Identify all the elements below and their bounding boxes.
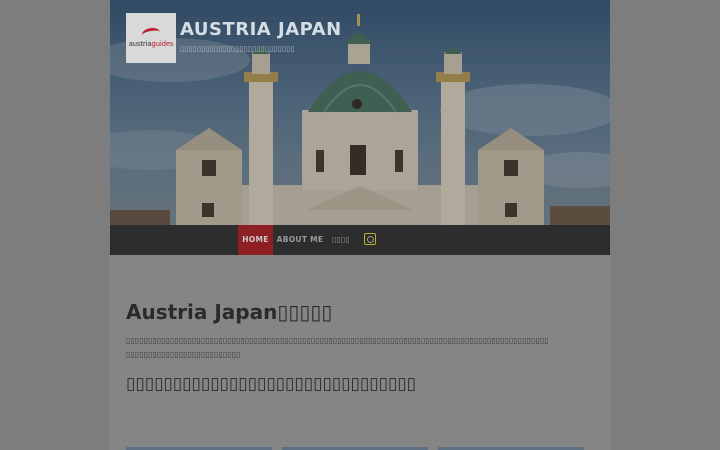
site-title[interactable]: AUSTRIA JAPAN: [180, 19, 342, 40]
nav-item-3[interactable]: ▯▯▯▯: [328, 225, 354, 255]
logo-text: austriaguides: [129, 40, 174, 48]
main-content: Austria Japan▯▯▯▯▯ ▯▯▯▯▯▯▯▯▯▯▯▯▯▯▯▯▯▯▯▯▯…: [126, 298, 596, 396]
section-subheading: ▯▯▯▯▯▯▯▯▯▯▯▯▯▯▯▯▯▯▯▯▯▯▯▯▯▯▯▯▯▯▯: [126, 374, 417, 394]
nav-item-about-me[interactable]: ABOUT ME: [276, 225, 324, 255]
logo-text-prefix: austria: [128, 40, 152, 48]
nav-item-home[interactable]: HOME: [238, 225, 273, 255]
page-container: austriaguides AUSTRIA JAPAN ▯▯▯▯▯▯▯▯▯▯▯▯…: [110, 0, 610, 450]
intro-paragraph: ▯▯▯▯▯▯▯▯▯▯▯▯▯▯▯▯▯▯▯▯▯▯▯▯▯▯▯▯▯▯▯▯▯▯▯▯▯▯▯▯…: [126, 336, 549, 359]
instagram-icon[interactable]: [364, 233, 376, 245]
site-logo[interactable]: austriaguides: [126, 13, 176, 63]
main-nav: HOME ABOUT ME ▯▯▯▯: [110, 225, 610, 255]
logo-swoosh-icon: [141, 26, 161, 41]
site-tagline: ▯▯▯▯▯▯▯▯▯▯▯▯▯▯▯▯▯▯▯▯▯▯▯▯▯▯▯: [180, 45, 295, 53]
page-heading: Austria Japan▯▯▯▯▯: [126, 300, 333, 324]
logo-text-suffix: guides: [151, 40, 174, 48]
